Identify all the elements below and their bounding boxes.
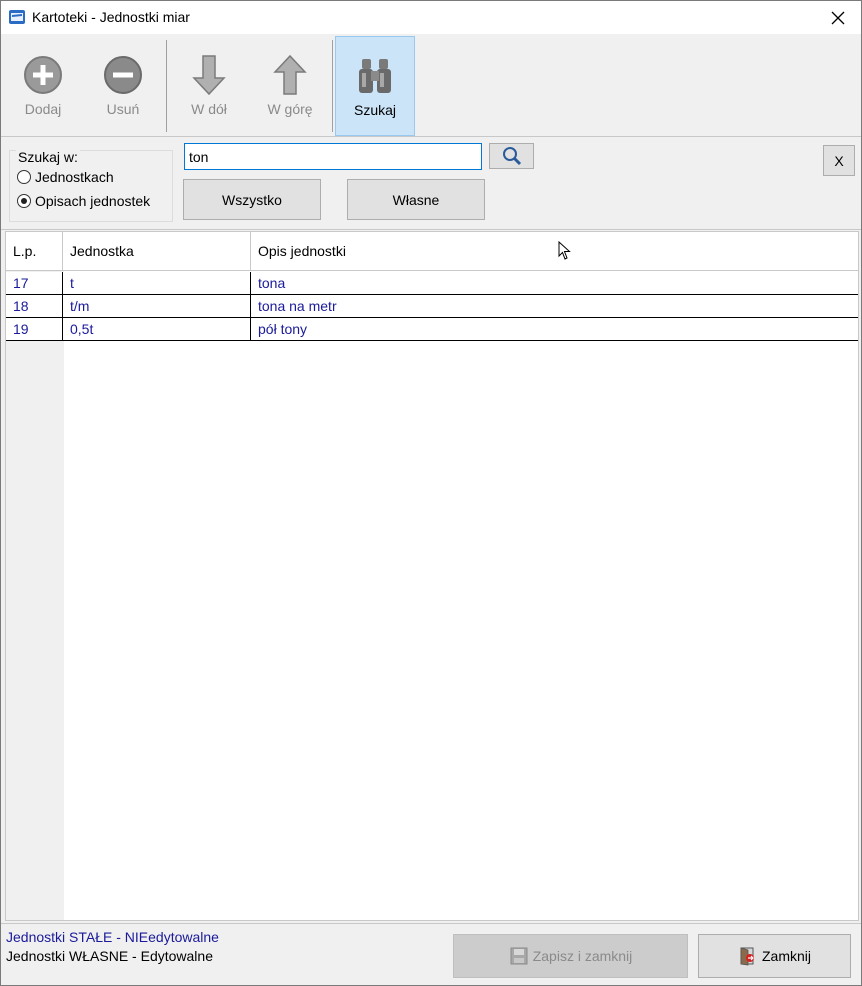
save-and-close-label: Zapisz i zamknij (532, 948, 633, 964)
mouse-cursor-icon (558, 241, 571, 260)
column-header-description[interactable]: Opis jednostki (251, 232, 858, 271)
window: Kartoteki - Jednostki miar Dodaj Usuń W … (0, 0, 862, 986)
cell-lp: 18 (6, 295, 63, 317)
search-in-title: Szukaj w: (16, 149, 80, 165)
radio-descriptions-label: Opisach jednostek (35, 193, 151, 209)
title-bar: Kartoteki - Jednostki miar (1, 1, 861, 34)
radio-units[interactable]: Jednostkach (17, 169, 114, 185)
own-units-legend: Jednostki WŁASNE - Edytowalne (6, 948, 213, 964)
add-label: Dodaj (24, 101, 62, 117)
show-own-button[interactable]: Własne (347, 179, 485, 220)
table-row[interactable]: 19 0,5t pół tony (6, 318, 858, 341)
clear-search-button[interactable]: X (823, 145, 855, 176)
plus-circle-icon (24, 56, 62, 94)
cell-unit: 0,5t (63, 318, 251, 340)
table-row[interactable]: 17 t tona (6, 272, 858, 295)
toolbar-separator (166, 40, 167, 132)
cell-description: tona (258, 275, 286, 291)
exit-icon (740, 947, 754, 966)
radio-descriptions-indicator (17, 194, 31, 208)
save-and-close-button[interactable]: Zapisz i zamknij (453, 934, 688, 978)
cell-unit: t/m (63, 295, 251, 317)
move-up-label: W górę (267, 101, 313, 117)
radio-units-label: Jednostkach (35, 169, 114, 185)
close-button[interactable]: Zamknij (698, 934, 851, 978)
toolbar: Dodaj Usuń W dół W górę Szukaj (1, 34, 861, 137)
cell-description: pół tony (258, 321, 308, 337)
column-header-lp[interactable]: L.p. (6, 232, 63, 271)
move-down-label: W dół (191, 101, 227, 117)
status-bar: Jednostki STAŁE - NIEedytowalne Jednostk… (1, 923, 861, 985)
cell-unit: t (63, 272, 251, 294)
close-label: Zamknij (761, 948, 811, 964)
clear-search-label: X (834, 152, 844, 169)
close-icon (831, 11, 845, 24)
show-all-button[interactable]: Wszystko (183, 179, 321, 220)
table-row[interactable]: 18 t/m tona na metr (6, 295, 858, 318)
add-button[interactable]: Dodaj (3, 36, 83, 136)
search-button[interactable] (489, 143, 534, 169)
move-up-button[interactable]: W górę (250, 36, 330, 136)
move-down-button[interactable]: W dół (169, 36, 249, 136)
radio-units-indicator (17, 170, 31, 184)
cell-description: tona na metr (258, 298, 337, 314)
cell-lp: 17 (6, 272, 63, 294)
minus-circle-icon (104, 56, 142, 94)
toolbar-separator (332, 40, 333, 132)
remove-label: Usuń (106, 101, 140, 117)
units-grid: L.p. Jednostka Opis jednostki 17 t tona … (5, 231, 859, 921)
remove-button[interactable]: Usuń (83, 36, 163, 136)
grid-header: L.p. Jednostka Opis jednostki (6, 232, 858, 271)
search-toggle-button[interactable]: Szukaj (335, 36, 415, 136)
arrow-down-icon (192, 55, 226, 96)
app-icon (9, 10, 25, 24)
radio-descriptions[interactable]: Opisach jednostek (17, 193, 150, 209)
show-own-label: Własne (392, 191, 440, 208)
search-panel: Szukaj w: Jednostkach Opisach jednostek … (1, 138, 861, 230)
fixed-units-legend: Jednostki STAŁE - NIEedytowalne (6, 929, 219, 945)
binoculars-icon (359, 59, 391, 93)
save-icon (510, 947, 528, 965)
close-window-button[interactable] (815, 1, 861, 34)
column-header-unit[interactable]: Jednostka (63, 232, 251, 271)
cell-lp: 19 (6, 318, 63, 340)
search-in-group: Szukaj w: Jednostkach Opisach jednostek (9, 149, 173, 222)
show-all-label: Wszystko (222, 191, 282, 208)
search-toggle-label: Szukaj (353, 102, 397, 118)
search-input[interactable] (184, 143, 482, 170)
magnifier-icon (502, 147, 521, 166)
arrow-up-icon (273, 54, 307, 95)
window-title: Kartoteki - Jednostki miar (32, 9, 190, 25)
